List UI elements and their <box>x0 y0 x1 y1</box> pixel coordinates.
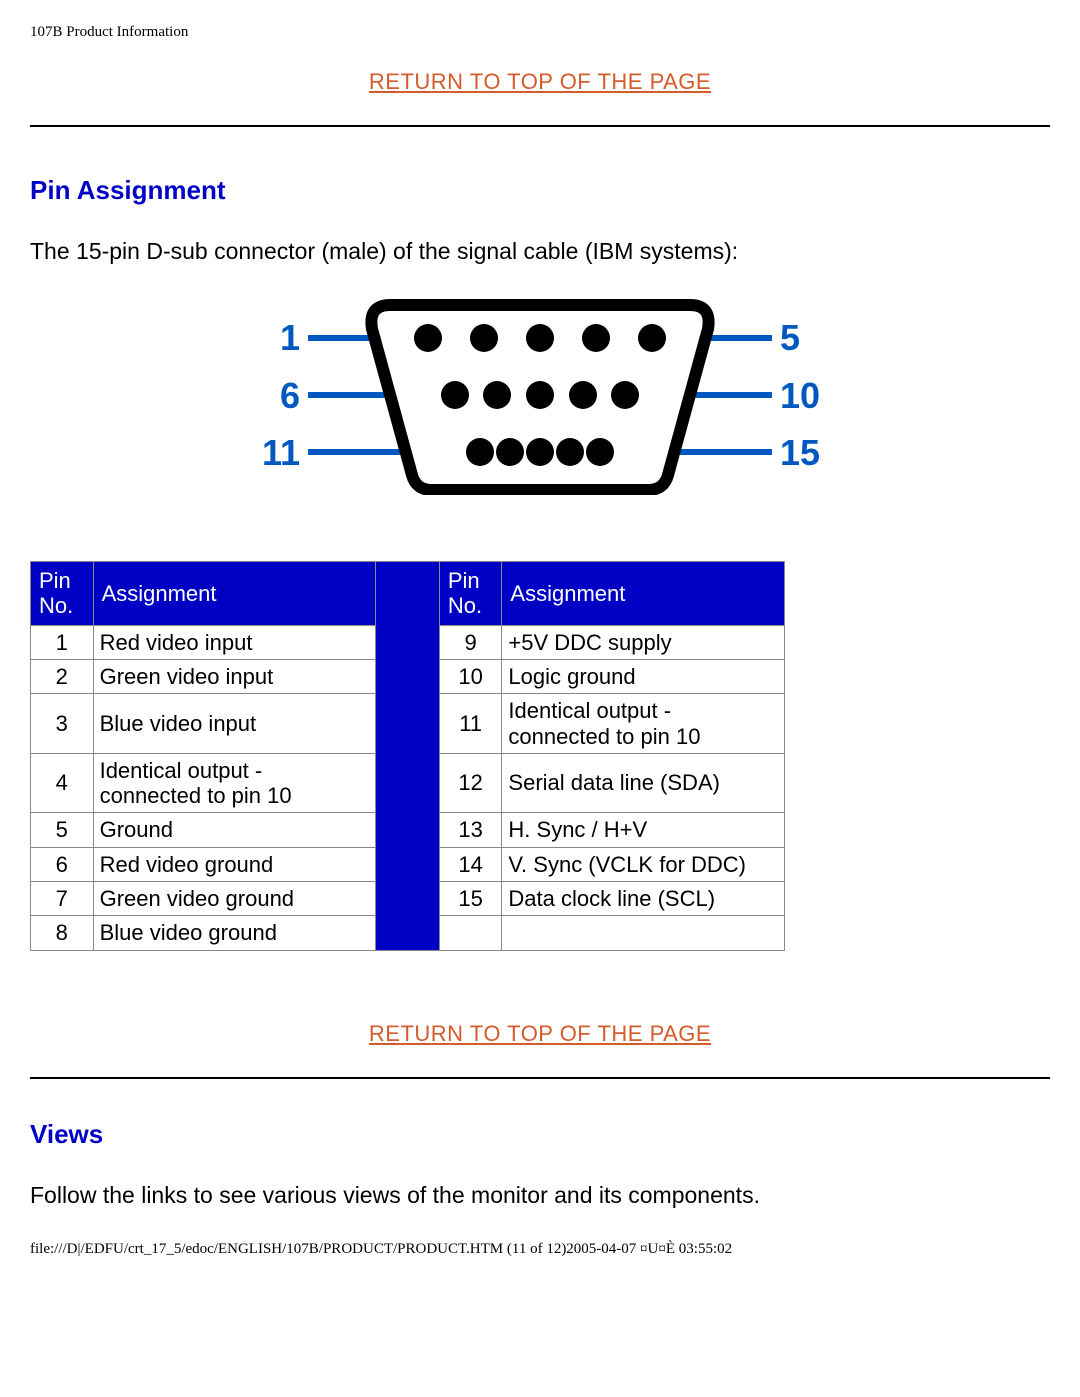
pin-assign: +5V DDC supply <box>502 625 785 659</box>
pin-no: 11 <box>439 694 502 754</box>
pin-assign: Red video input <box>93 625 376 659</box>
divider-2 <box>30 1077 1050 1079</box>
pin-no: 8 <box>31 916 94 950</box>
pin-assign: Serial data line (SDA) <box>502 753 785 813</box>
pin-no: 1 <box>31 625 94 659</box>
section-heading-views: Views <box>30 1119 1050 1150</box>
dsub-connector-icon: 1 6 11 5 10 15 <box>260 295 820 495</box>
pin-no: 14 <box>439 847 502 881</box>
pin-label-5: 5 <box>780 317 800 358</box>
pin-assign: V. Sync (VCLK for DDC) <box>502 847 785 881</box>
section-heading-pin-assignment: Pin Assignment <box>30 175 1050 206</box>
th-pin-no-left: PinNo. <box>31 562 94 626</box>
pin-no <box>439 916 502 950</box>
pin-no: 9 <box>439 625 502 659</box>
pin-assignment-table: PinNo. Assignment PinNo. Assignment 1 Re… <box>30 561 785 951</box>
pin-assign <box>502 916 785 950</box>
pin-no: 5 <box>31 813 94 847</box>
th-assignment-right: Assignment <box>502 562 785 626</box>
pin-no: 3 <box>31 694 94 754</box>
return-top-link-2[interactable]: RETURN TO TOP OF THE PAGE <box>369 1021 711 1046</box>
pin-label-11: 11 <box>262 432 300 473</box>
pin-no: 12 <box>439 753 502 813</box>
pin-no: 6 <box>31 847 94 881</box>
pin-no: 10 <box>439 659 502 693</box>
views-body: Follow the links to see various views of… <box>30 1180 1050 1211</box>
pin-assign: Data clock line (SCL) <box>502 882 785 916</box>
pin-label-6: 6 <box>280 375 300 416</box>
pin-no: 13 <box>439 813 502 847</box>
pin-assign: Ground <box>93 813 376 847</box>
footer-file-path: file:///D|/EDFU/crt_17_5/edoc/ENGLISH/10… <box>30 1241 1050 1258</box>
pin-no: 15 <box>439 882 502 916</box>
document-header: 107B Product Information <box>30 24 1050 41</box>
pin-label-1: 1 <box>280 317 300 358</box>
pin-label-10: 10 <box>780 375 820 416</box>
return-top-link-1-wrap: RETURN TO TOP OF THE PAGE <box>30 69 1050 95</box>
pin-assign: Logic ground <box>502 659 785 693</box>
table-spacer <box>376 562 440 951</box>
th-assignment-left: Assignment <box>93 562 376 626</box>
pin-assign: Identical output - connected to pin 10 <box>93 753 376 813</box>
connector-diagram: 1 6 11 5 10 15 <box>30 295 1050 501</box>
pin-no: 2 <box>31 659 94 693</box>
divider-1 <box>30 125 1050 127</box>
pin-assign: Blue video ground <box>93 916 376 950</box>
th-pin-no-right: PinNo. <box>439 562 502 626</box>
pin-assign: Red video ground <box>93 847 376 881</box>
pin-assign: Green video input <box>93 659 376 693</box>
pin-no: 7 <box>31 882 94 916</box>
pin-assign: H. Sync / H+V <box>502 813 785 847</box>
pin-assign: Green video ground <box>93 882 376 916</box>
pin-assign: Blue video input <box>93 694 376 754</box>
pin-assign: Identical output - connected to pin 10 <box>502 694 785 754</box>
pin-no: 4 <box>31 753 94 813</box>
pin-label-15: 15 <box>780 432 820 473</box>
return-top-link-1[interactable]: RETURN TO TOP OF THE PAGE <box>369 69 711 94</box>
return-top-link-2-wrap: RETURN TO TOP OF THE PAGE <box>30 1021 1050 1047</box>
intro-text: The 15-pin D-sub connector (male) of the… <box>30 236 1050 267</box>
